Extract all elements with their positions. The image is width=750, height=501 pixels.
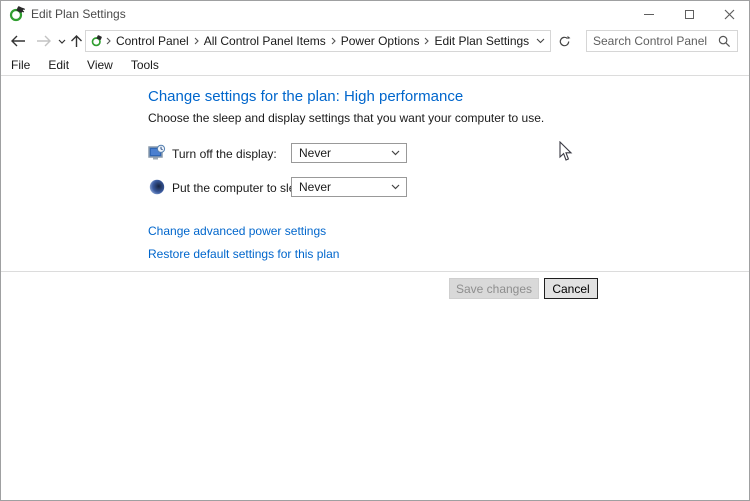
breadcrumb-separator-icon: [421, 37, 432, 45]
menu-tools[interactable]: Tools: [123, 56, 167, 74]
menu-edit[interactable]: Edit: [40, 56, 77, 74]
chevron-down-icon: [58, 39, 66, 44]
cancel-button[interactable]: Cancel: [544, 278, 598, 299]
chevron-down-icon: [391, 150, 400, 156]
restore-default-settings-link[interactable]: Restore default settings for this plan: [148, 247, 339, 261]
breadcrumb-separator-icon: [103, 37, 114, 45]
change-advanced-power-settings-link[interactable]: Change advanced power settings: [148, 224, 326, 238]
page-title: Change settings for the plan: High perfo…: [148, 88, 463, 105]
menu-separator: [1, 75, 749, 76]
sleep-timeout-value: Never: [299, 180, 331, 194]
page-subtitle: Choose the sleep and display settings th…: [148, 111, 544, 125]
menu-file[interactable]: File: [3, 56, 38, 74]
minimize-icon: [644, 14, 654, 15]
setting-label-display: Turn off the display:: [172, 147, 277, 161]
search-icon[interactable]: [718, 35, 731, 48]
window-title: Edit Plan Settings: [31, 7, 126, 21]
address-history-button[interactable]: [531, 38, 550, 44]
content-separator: [1, 271, 749, 272]
breadcrumb-edit-plan-settings[interactable]: Edit Plan Settings: [432, 34, 531, 48]
breadcrumb-separator-icon: [191, 37, 202, 45]
forward-button[interactable]: [31, 27, 57, 55]
display-timeout-select[interactable]: Never: [291, 143, 407, 163]
forward-arrow-icon: [36, 35, 52, 47]
back-button[interactable]: [5, 27, 31, 55]
display-timeout-value: Never: [299, 146, 331, 160]
minimize-button[interactable]: [629, 1, 669, 27]
breadcrumb-all-control-panel-items[interactable]: All Control Panel Items: [202, 34, 328, 48]
maximize-button[interactable]: [669, 1, 709, 27]
window-controls: [629, 1, 749, 27]
address-bar[interactable]: Control Panel All Control Panel Items Po…: [85, 30, 551, 52]
refresh-button[interactable]: [553, 30, 575, 52]
save-changes-button[interactable]: Save changes: [449, 278, 539, 299]
menu-bar: File Edit View Tools: [1, 55, 749, 75]
mouse-cursor: [559, 141, 573, 162]
chevron-down-icon: [536, 38, 545, 44]
power-options-icon: [91, 34, 103, 48]
sleep-timeout-select[interactable]: Never: [291, 177, 407, 197]
search-box[interactable]: Search Control Panel: [586, 30, 738, 52]
maximize-icon: [685, 10, 694, 19]
refresh-icon: [558, 35, 571, 48]
close-button[interactable]: [709, 1, 749, 27]
breadcrumb-control-panel[interactable]: Control Panel: [114, 34, 191, 48]
up-button[interactable]: [67, 27, 85, 55]
breadcrumb-separator-icon: [328, 37, 339, 45]
navigation-bar: Control Panel All Control Panel Items Po…: [1, 27, 749, 55]
power-options-icon: [9, 6, 25, 22]
chevron-down-icon: [391, 184, 400, 190]
back-arrow-icon: [10, 35, 26, 47]
close-icon: [724, 9, 735, 20]
sleep-icon: [148, 178, 166, 196]
up-arrow-icon: [70, 34, 83, 48]
menu-view[interactable]: View: [79, 56, 121, 74]
title-bar: Edit Plan Settings: [1, 1, 749, 27]
edit-plan-settings-window: Edit Plan Settings: [0, 0, 750, 501]
breadcrumb-power-options[interactable]: Power Options: [339, 34, 422, 48]
display-timeout-icon: [148, 144, 166, 162]
search-input[interactable]: Search Control Panel: [593, 34, 718, 48]
